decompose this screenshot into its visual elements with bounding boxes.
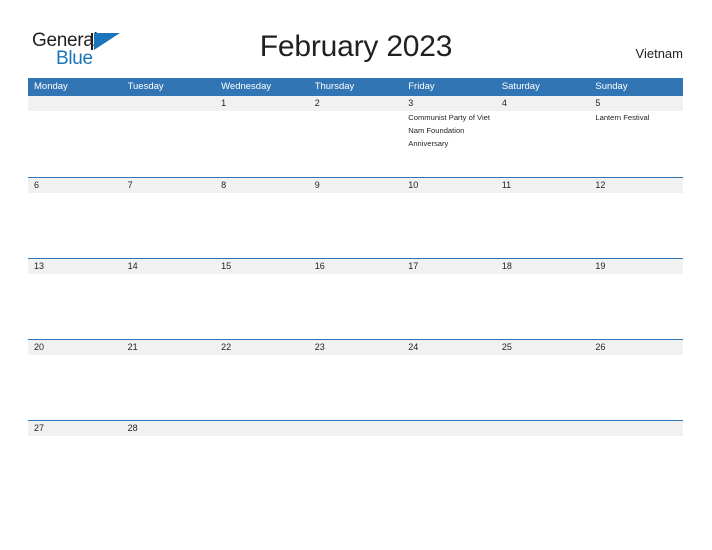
calendar-week-row: 13 14 15 16 17 18 19 — [28, 258, 683, 339]
day-number[interactable]: 10 — [402, 178, 496, 193]
day-event-text — [215, 193, 309, 258]
week-event-area — [28, 274, 683, 339]
day-number — [122, 96, 216, 111]
day-number[interactable]: 21 — [122, 340, 216, 355]
day-number — [309, 421, 403, 436]
day-number — [496, 421, 590, 436]
weekday-header-thursday: Thursday — [314, 81, 355, 92]
day-number[interactable]: 25 — [496, 340, 590, 355]
country-label: Vietnam — [635, 46, 683, 61]
day-event-text — [496, 436, 590, 501]
day-event-text — [122, 436, 216, 501]
day-event-text — [402, 274, 496, 339]
week-event-area — [28, 436, 683, 501]
day-event-text — [309, 274, 403, 339]
day-event-text — [589, 355, 683, 420]
day-event-text — [402, 193, 496, 258]
day-number[interactable]: 24 — [402, 340, 496, 355]
day-event-text — [28, 274, 122, 339]
day-number[interactable]: 2 — [309, 96, 403, 111]
page-title: February 2023 — [259, 30, 453, 63]
day-event-text — [496, 355, 590, 420]
day-event-text — [402, 436, 496, 501]
day-event-text — [589, 274, 683, 339]
day-number[interactable]: 6 — [28, 178, 122, 193]
day-number[interactable]: 16 — [309, 259, 403, 274]
week-date-numbers: 6 7 8 9 10 11 12 — [28, 178, 683, 193]
day-event-text — [122, 193, 216, 258]
day-event-text — [589, 193, 683, 258]
calendar-week-row: 6 7 8 9 10 11 12 — [28, 177, 683, 258]
week-date-numbers: 12345 — [28, 96, 683, 111]
day-event-text — [28, 355, 122, 420]
day-number — [28, 96, 122, 111]
day-event-text — [589, 436, 683, 501]
day-number — [589, 421, 683, 436]
day-number[interactable]: 28 — [122, 421, 216, 436]
day-number[interactable]: 15 — [215, 259, 309, 274]
page-header: General Blue February 2023 Vietnam — [0, 0, 712, 76]
day-event-text — [402, 355, 496, 420]
week-event-area — [28, 355, 683, 420]
calendar-week-row: 1 2 3 4 5 Communist Party of Viet Nam Foundat… — [28, 96, 683, 177]
day-event-text — [215, 111, 309, 176]
week-event-area — [28, 193, 683, 258]
day-number[interactable]: 5 — [589, 96, 683, 111]
day-number[interactable]: 4 — [496, 96, 590, 111]
weekday-header-sunday: Sunday — [595, 81, 628, 92]
day-event-text — [309, 193, 403, 258]
day-number[interactable]: 27 — [28, 421, 122, 436]
weekday-header-wednesday: Wednesday — [221, 81, 272, 92]
day-number[interactable]: 11 — [496, 178, 590, 193]
week-date-numbers: 27 28 — [28, 421, 683, 436]
day-event-text — [496, 111, 590, 176]
day-event-text — [28, 436, 122, 501]
day-number[interactable]: 22 — [215, 340, 309, 355]
day-event-text — [309, 436, 403, 501]
day-event-text[interactable]: Communist Party of Viet Nam Foundation A… — [402, 111, 496, 176]
day-event-text — [215, 436, 309, 501]
day-number[interactable]: 9 — [309, 178, 403, 193]
day-number[interactable]: 23 — [309, 340, 403, 355]
day-event-text — [496, 193, 590, 258]
day-event-text — [122, 111, 216, 176]
day-event-text[interactable]: Lantern Festival — [589, 111, 683, 176]
day-number[interactable]: 14 — [122, 259, 216, 274]
day-event-text — [496, 274, 590, 339]
day-event-text — [122, 355, 216, 420]
weekday-header-saturday: Saturday — [501, 81, 540, 92]
weekday-header-monday: Monday — [34, 81, 68, 92]
day-number[interactable]: 20 — [28, 340, 122, 355]
week-event-area: Communist Party of Viet Nam Foundation A… — [28, 111, 683, 176]
weekday-header-tuesday: Tuesday — [127, 81, 164, 92]
weekday-header-row: Monday Tuesday Wednesday Thursday Friday Satu… — [28, 78, 683, 96]
week-date-numbers: 13 14 15 16 17 18 19 — [28, 259, 683, 274]
day-number — [402, 421, 496, 436]
day-event-text — [122, 274, 216, 339]
day-number[interactable]: 3 — [402, 96, 496, 111]
day-number[interactable]: 17 — [402, 259, 496, 274]
day-event-text — [28, 111, 122, 176]
day-number[interactable]: 7 — [122, 178, 216, 193]
day-number[interactable]: 12 — [589, 178, 683, 193]
day-number[interactable]: 13 — [28, 259, 122, 274]
calendar-week-row: 27 28 — [28, 420, 683, 501]
day-event-text — [215, 355, 309, 420]
calendar-weeks: 1 2 3 4 5 Communist Party of Viet Nam Foundat… — [28, 96, 683, 501]
day-number — [215, 421, 309, 436]
day-event-text — [28, 193, 122, 258]
weekday-header-friday: Friday — [408, 81, 435, 92]
week-date-numbers: 20 21 22 23 24 25 26 — [28, 340, 683, 355]
day-number[interactable]: 18 — [496, 259, 590, 274]
day-number[interactable]: 26 — [589, 340, 683, 355]
day-event-text — [309, 355, 403, 420]
day-event-text — [215, 274, 309, 339]
day-number[interactable]: 8 — [215, 178, 309, 193]
day-event-text — [309, 111, 403, 176]
calendar-grid: Monday Tuesday Wednesday Thursday Friday Satu… — [28, 78, 683, 501]
day-number[interactable]: 1 — [215, 96, 309, 111]
calendar-week-row: 20 21 22 23 24 25 26 — [28, 339, 683, 420]
day-number[interactable]: 19 — [589, 259, 683, 274]
